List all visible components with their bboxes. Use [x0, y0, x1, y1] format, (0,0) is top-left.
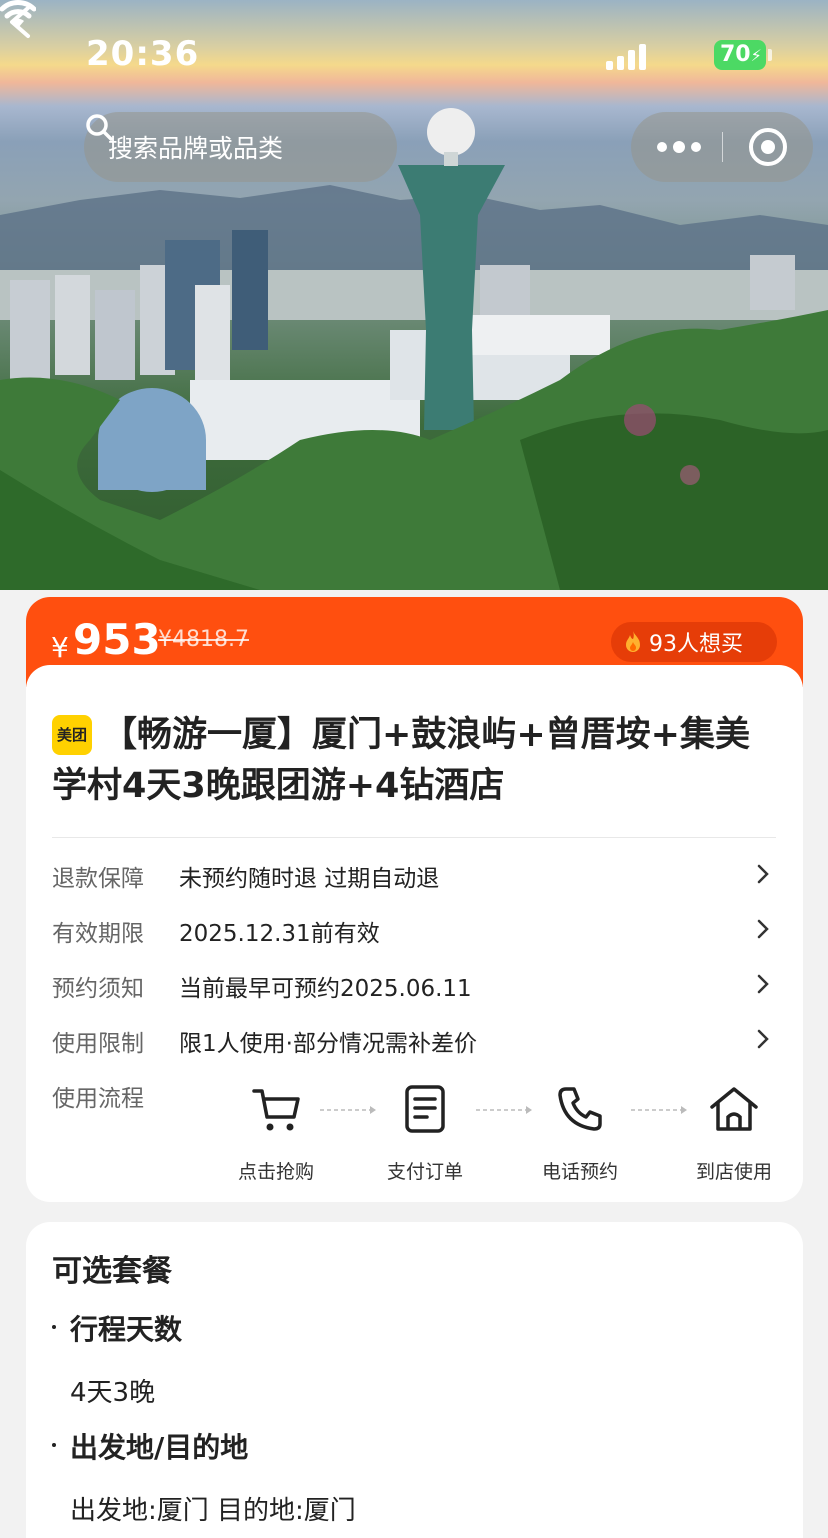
- flow-arrow-icon: [631, 1106, 687, 1114]
- info-label: 预约须知: [52, 976, 144, 1002]
- info-value: 当前最早可预约2025.06.11: [179, 976, 472, 1002]
- battery-level: 70: [720, 42, 751, 67]
- bullet: [52, 1443, 56, 1447]
- more-menu-icon[interactable]: [653, 134, 703, 160]
- flow-step-label: 到店使用: [695, 1161, 772, 1183]
- original-price: ¥4818.7: [158, 627, 249, 652]
- flow-step-buy: 点击抢购: [226, 1081, 326, 1184]
- want-count-badge: 93人想买: [611, 622, 777, 662]
- option-group-label: 出发地/目的地: [70, 1431, 249, 1464]
- option-group-title: 行程天数: [52, 1308, 182, 1348]
- product-title: 美团 【畅游一厦】厦门+鼓浪屿+曾厝垵+集美学村4天3晚跟团游+4钻酒店: [52, 710, 772, 812]
- info-label: 有效期限: [52, 921, 144, 947]
- option-value[interactable]: 出发地:厦门 目的地:厦门: [70, 1490, 356, 1527]
- city-skyline-illustration: [0, 108, 828, 590]
- chevron-right-icon: [757, 864, 769, 884]
- mini-program-capsule: [631, 112, 813, 182]
- flow-arrow-icon: [476, 1106, 532, 1114]
- flow-step-pay: 支付订单: [375, 1081, 475, 1184]
- flow-step-use: 到店使用: [684, 1081, 784, 1184]
- bullet: [52, 1325, 56, 1329]
- flow-step-label: 点击抢购: [237, 1161, 314, 1183]
- chevron-right-icon: [757, 1029, 769, 1049]
- chevron-right-icon: [757, 919, 769, 939]
- chevron-right-icon: [757, 974, 769, 994]
- product-summary-card: ¥ 953 ¥4818.7 93人想买 美团 【畅游一厦】厦门+鼓浪屿+曾厝垵+集…: [26, 597, 803, 1202]
- battery-indicator: 70⚡: [714, 40, 766, 70]
- meituan-logo: 美团: [52, 715, 92, 755]
- back-arrow-icon[interactable]: [0, 0, 44, 44]
- option-value[interactable]: 4天3晚: [70, 1372, 155, 1409]
- info-value: 2025.12.31前有效: [179, 921, 380, 947]
- cellular-signal-icon: [606, 44, 648, 70]
- flame-icon: [626, 631, 640, 652]
- flow-step-label: 支付订单: [386, 1161, 463, 1183]
- currency-symbol: ¥: [51, 631, 69, 664]
- status-time: 20:36: [86, 34, 200, 74]
- flow-arrow-icon: [320, 1106, 376, 1114]
- option-group-title: 出发地/目的地: [52, 1426, 248, 1466]
- product-title-text: 【畅游一厦】厦门+鼓浪屿+曾厝垵+集美学村4天3晚跟团游+4钻酒店: [52, 715, 750, 806]
- info-label: 使用限制: [52, 1031, 144, 1057]
- info-label: 退款保障: [52, 866, 144, 892]
- cart-icon: [252, 1089, 300, 1131]
- battery-cap: [768, 49, 772, 61]
- phone-icon: [558, 1087, 602, 1131]
- hero-image: 20:36 70⚡ 搜索品牌或品类: [0, 0, 828, 590]
- divider: [52, 837, 776, 838]
- search-icon: [86, 114, 113, 141]
- info-row-booking[interactable]: 预约须知 当前最早可预约2025.06.11: [52, 963, 776, 1003]
- home-icon: [710, 1087, 758, 1131]
- section-title: 可选套餐: [52, 1254, 172, 1289]
- card-body-top: [26, 665, 803, 695]
- package-options-card: 可选套餐 行程天数 4天3晚 出发地/目的地 出发地:厦门 目的地:厦门: [26, 1222, 803, 1538]
- current-price: 953: [73, 615, 161, 664]
- search-input[interactable]: 搜索品牌或品类: [84, 112, 397, 182]
- search-placeholder: 搜索品牌或品类: [108, 134, 284, 163]
- want-count: 93人想买: [649, 632, 743, 657]
- capsule-divider: [722, 132, 723, 162]
- flow-step-label: 电话预约: [541, 1161, 618, 1183]
- close-mini-program-icon[interactable]: [749, 128, 787, 166]
- info-row-refund[interactable]: 退款保障 未预约随时退 过期自动退: [52, 853, 776, 893]
- document-icon: [405, 1085, 445, 1133]
- option-group-label: 行程天数: [70, 1313, 183, 1346]
- info-label: 使用流程: [52, 1086, 144, 1112]
- product-detail-page: 20:36 70⚡ 搜索品牌或品类 ¥ 953 ¥4818.7 93人想买 美团…: [0, 0, 828, 1538]
- info-value: 未预约随时退 过期自动退: [179, 866, 440, 892]
- flow-step-call: 电话预约: [530, 1081, 630, 1184]
- info-value: 限1人使用·部分情况需补差价: [179, 1031, 477, 1057]
- info-row-restriction[interactable]: 使用限制 限1人使用·部分情况需补差价: [52, 1018, 776, 1058]
- charging-icon: ⚡: [750, 46, 762, 65]
- info-row-validity[interactable]: 有效期限 2025.12.31前有效: [52, 908, 776, 948]
- usage-flow: 点击抢购 支付订单 电话预约 到店使用: [206, 1081, 786, 1184]
